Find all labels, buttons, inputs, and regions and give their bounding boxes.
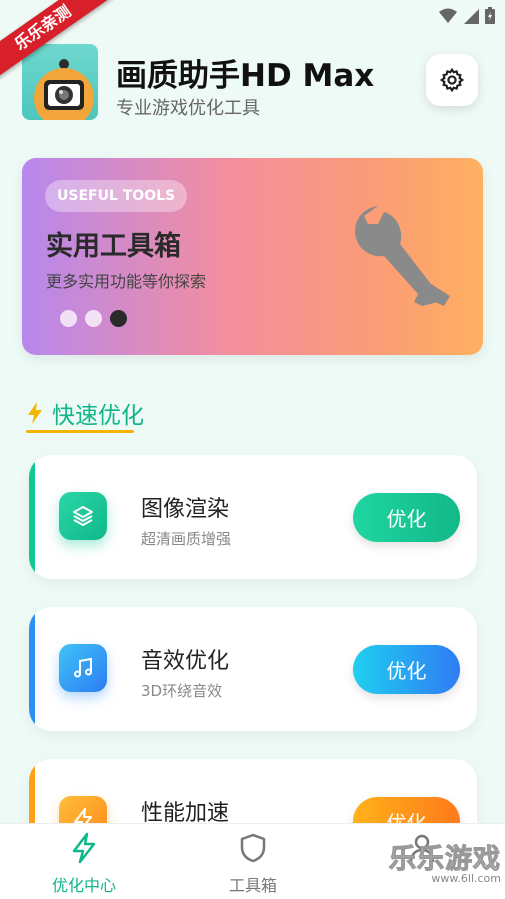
banner-dot[interactable]: [85, 310, 102, 327]
shield-icon: [240, 833, 266, 863]
section-title-label: 快速优化: [52, 403, 144, 429]
banner-title: 实用工具箱: [46, 231, 181, 262]
wifi-icon: [439, 8, 457, 23]
card-title: 图像渲染: [141, 497, 230, 522]
nav-item-toolbox[interactable]: 工具箱: [203, 832, 303, 896]
signal-icon: [464, 8, 479, 24]
nav-item-optimize-center[interactable]: 优化中心: [34, 832, 134, 896]
nav-label: 优化中心: [51, 876, 116, 895]
settings-button[interactable]: [426, 54, 478, 106]
lightning-icon: [28, 402, 42, 424]
layers-icon: [59, 492, 107, 540]
optimize-button[interactable]: 优化: [353, 493, 460, 542]
card-desc: 超清画质增强: [141, 530, 232, 548]
section-title: 快速优化: [26, 396, 144, 430]
app-icon: [22, 44, 98, 120]
feature-card-audio: 音效优化 3D环绕音效 优化: [29, 607, 477, 731]
gear-icon: [439, 67, 465, 93]
app-title: 画质助手HD Max: [116, 58, 375, 94]
feature-card-image-render: 图像渲染 超清画质增强 优化: [29, 455, 477, 579]
card-title: 音效优化: [141, 649, 230, 674]
card-accent: [29, 455, 35, 579]
music-note-icon: [59, 644, 107, 692]
watermark: 乐乐游戏 www.6ll.com: [389, 837, 502, 886]
lightning-icon: [72, 832, 96, 864]
battery-icon: [485, 7, 495, 24]
banner-dot[interactable]: [60, 310, 77, 327]
nav-label: 工具箱: [228, 876, 277, 895]
wrench-icon: [355, 206, 450, 306]
card-desc: 3D环绕音效: [141, 682, 223, 700]
section-underline: [26, 430, 134, 433]
promo-banner[interactable]: USEFUL TOOLS 实用工具箱 更多实用功能等你探索: [22, 158, 483, 355]
banner-pagination: [60, 310, 127, 327]
banner-subtitle: 更多实用功能等你探索: [46, 272, 207, 291]
banner-tag: USEFUL TOOLS: [45, 180, 188, 212]
optimize-button[interactable]: 优化: [353, 645, 460, 694]
banner-dot-active[interactable]: [110, 310, 127, 327]
card-accent: [29, 607, 35, 731]
watermark-main: 乐乐游戏: [389, 844, 501, 876]
app-subtitle: 专业游戏优化工具: [116, 98, 260, 119]
